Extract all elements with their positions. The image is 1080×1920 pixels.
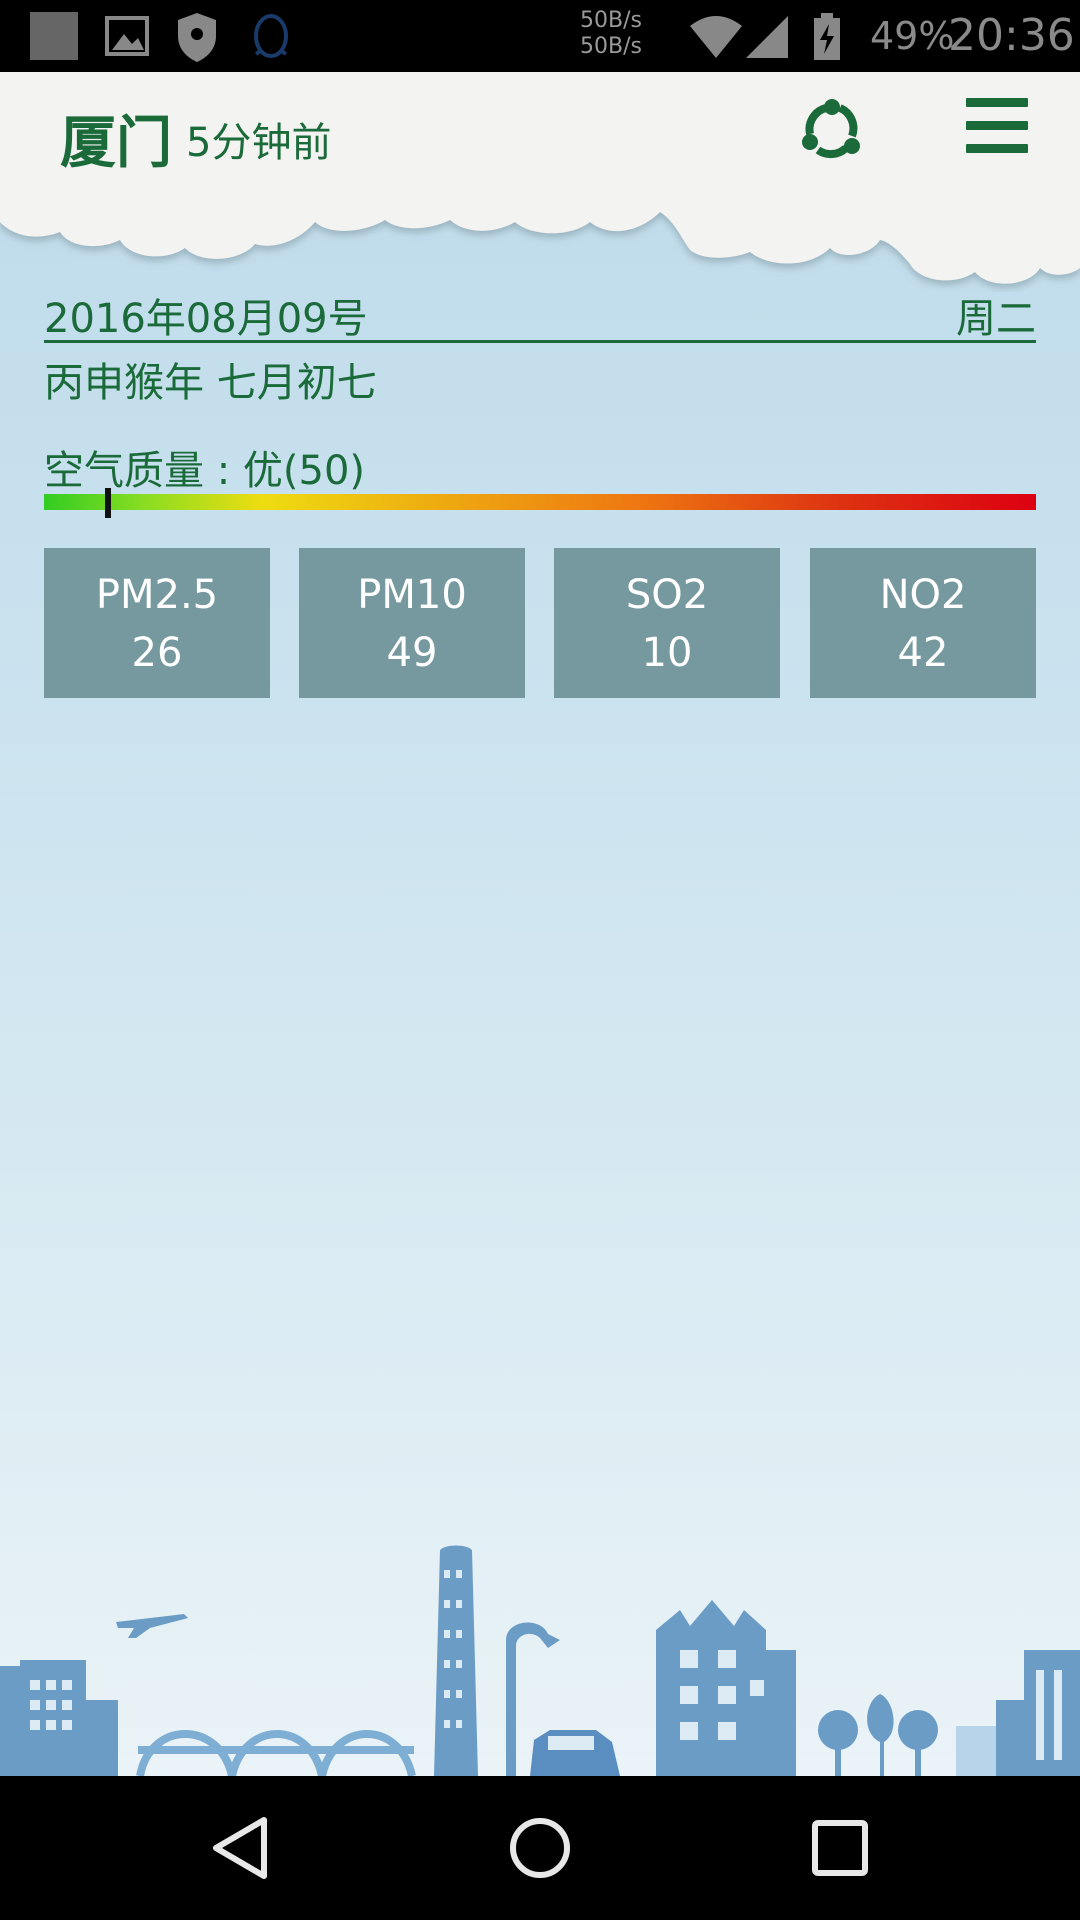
back-triangle-icon [213, 1817, 267, 1879]
pollutant-name: PM2.5 [95, 572, 219, 618]
menu-button[interactable] [966, 98, 1028, 158]
gregorian-date: 2016年08月09号 [44, 296, 368, 342]
air-quality-scale-bar [44, 494, 1036, 510]
pollutant-card-pm25[interactable]: PM2.5 26 [44, 548, 270, 698]
air-quality-label: 空气质量 : 优(50) [44, 448, 366, 494]
refresh-button[interactable] [796, 94, 868, 166]
clock: 20:36 [948, 10, 1075, 61]
back-button[interactable] [206, 1812, 278, 1884]
battery-charging-icon [812, 12, 842, 66]
city-name[interactable]: 厦门 [60, 98, 172, 179]
pollutant-value: 26 [131, 630, 183, 676]
notification-square-icon [28, 10, 80, 66]
pollutant-card-pm10[interactable]: PM10 49 [299, 548, 525, 698]
wifi-icon [688, 14, 744, 64]
net-up-text: 50B/s [580, 8, 642, 33]
network-speed: 50B/s 50B/s [580, 8, 680, 60]
date-row: 2016年08月09号 周二 [44, 286, 1036, 343]
pollutant-card-so2[interactable]: SO2 10 [554, 548, 780, 698]
pollutant-name: PM10 [357, 572, 467, 618]
signal-icon [744, 14, 790, 64]
status-bar: 50B/s 50B/s 49% 20:36 [0, 0, 1080, 72]
pollutant-value: 49 [386, 630, 438, 676]
home-button[interactable] [504, 1812, 576, 1884]
battery-percent: 49% [870, 14, 955, 58]
cityscape-illustration [0, 1545, 1080, 1776]
pollutant-grid: PM2.5 26 PM10 49 SO2 10 NO2 42 [44, 548, 1036, 698]
hamburger-menu-icon [966, 98, 1028, 153]
gallery-icon [104, 10, 152, 66]
net-down-text: 50B/s [580, 34, 642, 59]
update-time: 5分钟前 [186, 120, 332, 166]
recents-button[interactable] [804, 1812, 876, 1884]
airplane-icon [116, 1614, 188, 1638]
refresh-icon [802, 99, 860, 159]
pollutant-value: 10 [641, 630, 693, 676]
pollutant-card-no2[interactable]: NO2 42 [810, 548, 1036, 698]
pollutant-name: NO2 [879, 572, 967, 618]
shield-icon [174, 10, 220, 68]
pollutant-value: 42 [897, 630, 949, 676]
app-root: 50B/s 50B/s 49% 20:36 厦门 5分钟前 2016年08月09… [0, 0, 1080, 1920]
header: 厦门 5分钟前 [0, 72, 1080, 292]
lunar-date: 丙申猴年 七月初七 [44, 360, 377, 406]
navigation-bar [0, 1776, 1080, 1920]
qq-penguin-icon [248, 10, 294, 68]
home-circle-icon [510, 1818, 570, 1878]
weekday: 周二 [956, 296, 1036, 342]
air-quality-marker [105, 488, 112, 518]
recents-square-icon [812, 1820, 868, 1876]
pollutant-name: SO2 [625, 572, 709, 618]
